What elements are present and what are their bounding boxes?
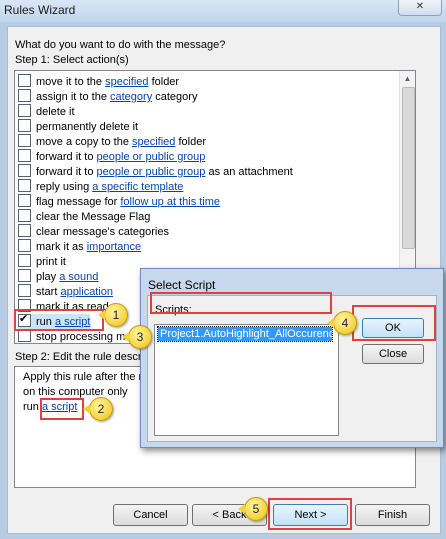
- action-link[interactable]: a sound: [59, 271, 98, 283]
- finish-button[interactable]: Finish: [355, 504, 430, 526]
- action-text: print it: [36, 256, 66, 268]
- action-link[interactable]: a specific template: [92, 181, 183, 193]
- action-checkbox[interactable]: [18, 254, 31, 267]
- highlight-run-a-script: [14, 309, 104, 331]
- cancel-button[interactable]: Cancel: [113, 504, 188, 526]
- action-checkbox[interactable]: [18, 89, 31, 102]
- highlight-next-button: [268, 498, 352, 530]
- action-checkbox[interactable]: [18, 149, 31, 162]
- action-link[interactable]: importance: [87, 241, 141, 253]
- action-text: clear message's categories: [36, 226, 169, 238]
- action-row[interactable]: start application: [18, 284, 113, 299]
- action-row[interactable]: permanently delete it: [18, 119, 138, 134]
- question-label: What do you want to do with the message?: [15, 39, 226, 51]
- action-row[interactable]: clear the Message Flag: [18, 209, 150, 224]
- action-text-suffix: category: [152, 91, 198, 103]
- scroll-thumb[interactable]: [402, 87, 415, 249]
- action-checkbox[interactable]: [18, 269, 31, 282]
- action-row[interactable]: forward it to people or public group as …: [18, 164, 293, 179]
- close-button[interactable]: Close: [362, 344, 424, 364]
- close-icon: ✕: [415, 1, 425, 12]
- action-row[interactable]: move it to the specified folder: [18, 74, 179, 89]
- action-checkbox[interactable]: [18, 164, 31, 177]
- action-text-suffix: folder: [175, 136, 206, 148]
- action-row[interactable]: mark it as importance: [18, 239, 141, 254]
- action-checkbox[interactable]: [18, 239, 31, 252]
- step1-label: Step 1: Select action(s): [15, 54, 129, 66]
- action-text: move it to the: [36, 76, 106, 88]
- action-checkbox[interactable]: [18, 224, 31, 237]
- action-text: forward it to: [36, 151, 97, 163]
- action-text: clear the Message Flag: [36, 211, 151, 223]
- action-text: play: [36, 271, 60, 283]
- action-text: move a copy to the: [36, 136, 132, 148]
- action-link[interactable]: specified: [132, 136, 175, 148]
- script-item-selected[interactable]: Project1.AutoHighlight_AllOccurences: [157, 326, 333, 342]
- action-row[interactable]: clear message's categories: [18, 224, 169, 239]
- action-checkbox[interactable]: [18, 134, 31, 147]
- description-line-1: Apply this rule after the message arrive…: [23, 371, 141, 383]
- select-script-title: Select Script: [148, 278, 216, 292]
- close-window-button[interactable]: ✕: [398, 0, 442, 16]
- action-link[interactable]: application: [60, 286, 113, 298]
- action-row[interactable]: assign it to the category category: [18, 89, 197, 104]
- action-row[interactable]: play a sound: [18, 269, 98, 284]
- action-text-suffix: as an attachment: [205, 166, 293, 178]
- callout-badge-2: 2: [83, 397, 113, 421]
- action-row[interactable]: forward it to people or public group: [18, 149, 205, 164]
- action-text: flag message for: [36, 196, 121, 208]
- action-checkbox[interactable]: [18, 104, 31, 117]
- action-checkbox[interactable]: [18, 179, 31, 192]
- action-row[interactable]: flag message for follow up at this time: [18, 194, 220, 209]
- window-title: Rules Wizard: [4, 3, 76, 17]
- action-link[interactable]: follow up at this time: [120, 196, 220, 208]
- action-link[interactable]: specified: [105, 76, 148, 88]
- action-link[interactable]: category: [110, 91, 152, 103]
- highlight-ok-button: [352, 305, 436, 341]
- action-text: forward it to: [36, 166, 97, 178]
- callout-badge-3: 3: [122, 325, 152, 349]
- action-row[interactable]: move a copy to the specified folder: [18, 134, 206, 149]
- highlight-a-script-link: [40, 398, 84, 420]
- action-link[interactable]: people or public group: [97, 151, 206, 163]
- scroll-up-icon[interactable]: ▲: [402, 72, 413, 85]
- callout-badge-4: 4: [327, 311, 357, 335]
- action-link[interactable]: people or public group: [97, 166, 206, 178]
- action-text-suffix: folder: [148, 76, 180, 88]
- action-row[interactable]: delete it: [18, 104, 75, 119]
- action-checkbox[interactable]: [18, 209, 31, 222]
- callout-badge-1: 1: [98, 303, 128, 327]
- callout-badge-5: 5: [238, 497, 268, 521]
- scripts-listbox[interactable]: Project1.AutoHighlight_AllOccurences: [154, 324, 339, 436]
- description-line-2: on this computer only: [23, 386, 128, 398]
- action-row[interactable]: print it: [18, 254, 66, 269]
- highlight-script-item: [150, 292, 332, 314]
- action-text: start: [36, 286, 61, 298]
- action-text: reply using: [36, 181, 93, 193]
- action-text: assign it to the: [36, 91, 110, 103]
- action-text: mark it as: [36, 241, 87, 253]
- action-checkbox[interactable]: [18, 194, 31, 207]
- step2-label: Step 2: Edit the rule description (click…: [15, 351, 141, 363]
- action-checkbox[interactable]: [18, 74, 31, 87]
- action-checkbox[interactable]: [18, 119, 31, 132]
- action-row[interactable]: reply using a specific template: [18, 179, 183, 194]
- action-text: delete it: [36, 106, 75, 118]
- action-text: permanently delete it: [36, 121, 139, 133]
- action-checkbox[interactable]: [18, 284, 31, 297]
